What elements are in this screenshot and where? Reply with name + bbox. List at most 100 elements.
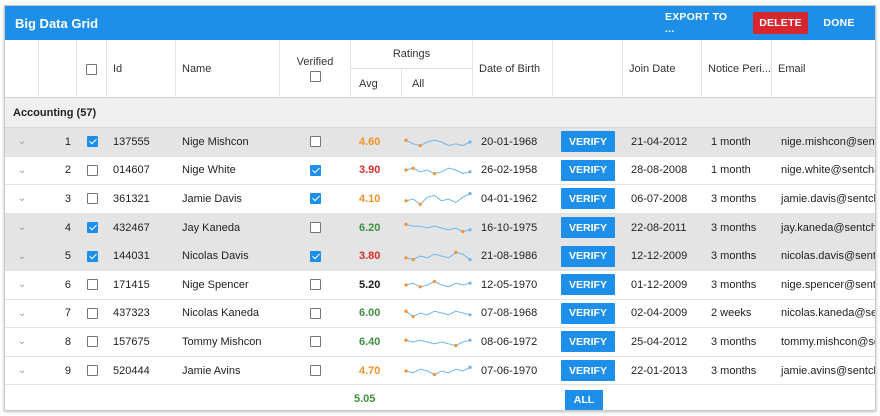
row-expander[interactable]: ⌄ [5, 271, 39, 299]
verified-checkbox[interactable] [310, 193, 321, 205]
cell-verify-action: VERIFY [553, 214, 623, 242]
chevron-down-icon[interactable]: ⌄ [18, 308, 26, 319]
verified-checkbox[interactable] [310, 222, 321, 234]
header-all[interactable]: All [402, 69, 472, 98]
table-row[interactable]: ⌄ 8 157675 Tommy Mishcon 6.40 08-06-1972 VERIF… [5, 328, 875, 357]
cell-avg-rating: 6.20 [351, 214, 402, 242]
row-expander[interactable]: ⌄ [5, 157, 39, 185]
verify-button[interactable]: VERIFY [561, 245, 615, 267]
chevron-down-icon[interactable]: ⌄ [18, 365, 26, 376]
verify-button[interactable]: VERIFY [561, 217, 615, 239]
row-select-cell[interactable] [77, 185, 107, 213]
row-expander[interactable]: ⌄ [5, 300, 39, 328]
verify-button[interactable]: VERIFY [561, 360, 615, 382]
cell-name: Jamie Avins [182, 364, 241, 377]
table-row[interactable]: ⌄ 6 171415 Nige Spencer 5.20 12-05-1970 VERIFY… [5, 270, 875, 300]
header-notice[interactable]: Notice Peri... [702, 40, 772, 98]
cell-verified[interactable] [280, 357, 351, 385]
row-select-cell[interactable] [77, 157, 107, 185]
verified-checkbox[interactable] [310, 164, 321, 176]
chevron-down-icon[interactable]: ⌄ [18, 279, 26, 290]
table-row[interactable]: ⌄ 1 137555 Nige Mishcon 4.60 20-01-1968 VERIFY… [5, 128, 875, 157]
row-select-checkbox[interactable] [86, 222, 98, 234]
cell-verified[interactable] [280, 271, 351, 299]
cell-verified[interactable] [280, 328, 351, 356]
header-select-all[interactable] [77, 40, 107, 98]
row-select-cell[interactable] [77, 328, 107, 356]
table-row[interactable]: ⌄ 3 361321 Jamie Davis 4.10 04-01-1962 VERIFY 0… [5, 185, 875, 214]
verify-button[interactable]: VERIFY [561, 131, 615, 153]
header-id[interactable]: Id [107, 40, 176, 98]
chevron-down-icon[interactable]: ⌄ [18, 193, 26, 204]
cell-verified[interactable] [280, 128, 351, 156]
cell-verified[interactable] [280, 300, 351, 328]
row-select-checkbox[interactable] [86, 250, 98, 262]
row-select-checkbox[interactable] [86, 365, 98, 377]
row-select-checkbox[interactable] [86, 136, 98, 148]
table-row[interactable]: ⌄ 7 437323 Nicolas Kaneda 6.00 07-08-1968 VERI… [5, 299, 875, 329]
row-select-checkbox[interactable] [86, 279, 98, 291]
header-avg[interactable]: Avg [351, 69, 402, 98]
export-button[interactable]: EXPORT TO ... [665, 11, 739, 35]
sparkline-point [404, 222, 408, 226]
verify-button[interactable]: VERIFY [561, 188, 615, 210]
row-select-checkbox[interactable] [86, 336, 98, 348]
chevron-down-icon[interactable]: ⌄ [18, 251, 26, 262]
verified-checkbox[interactable] [310, 365, 321, 377]
done-button[interactable]: DONE [819, 12, 859, 34]
row-select-checkbox[interactable] [86, 164, 98, 176]
sparkline-point [404, 256, 408, 260]
table-row[interactable]: ⌄ 2 014607 Nige White 3.90 26-02-1958 VERIFY 28… [5, 156, 875, 186]
verify-button[interactable]: VERIFY [561, 302, 615, 324]
cell-verified[interactable] [280, 185, 351, 213]
row-expander[interactable]: ⌄ [5, 357, 39, 385]
header-email[interactable]: Email [772, 40, 875, 98]
cell-verified[interactable] [280, 157, 351, 185]
table-row[interactable]: ⌄ 5 144031 Nicolas Davis 3.80 21-08-1986 VERIF… [5, 242, 875, 271]
verified-checkbox[interactable] [310, 336, 321, 348]
row-select-cell[interactable] [77, 128, 107, 156]
cell-ratings-sparkline [402, 271, 473, 299]
header-join-label: Join Date [629, 63, 676, 75]
chevron-down-icon[interactable]: ⌄ [18, 165, 26, 176]
cell-verified[interactable] [280, 214, 351, 242]
delete-button[interactable]: DELETE [753, 12, 808, 34]
row-select-cell[interactable] [77, 271, 107, 299]
verified-checkbox[interactable] [310, 250, 321, 262]
avg-rating-value: 4.70 [359, 364, 381, 377]
row-select-checkbox[interactable] [86, 307, 98, 319]
row-select-checkbox[interactable] [86, 193, 98, 205]
group-header-accounting[interactable]: Accounting (57) [5, 98, 875, 128]
select-all-checkbox[interactable] [86, 63, 97, 75]
cell-email: nicolas.kaneda@sentcha.com [781, 307, 875, 320]
row-expander[interactable]: ⌄ [5, 242, 39, 270]
verified-checkbox[interactable] [310, 307, 321, 319]
header-verified[interactable]: Verified [280, 40, 351, 98]
row-select-cell[interactable] [77, 300, 107, 328]
header-join[interactable]: Join Date [623, 40, 702, 98]
row-select-cell[interactable] [77, 214, 107, 242]
verified-checkbox[interactable] [310, 136, 321, 148]
cell-join-date: 12-12-2009 [631, 250, 688, 263]
cell-notice-period: 3 months [711, 364, 757, 377]
chevron-down-icon[interactable]: ⌄ [18, 136, 26, 147]
verified-checkbox[interactable] [310, 279, 321, 291]
cell-verified[interactable] [280, 242, 351, 270]
row-expander[interactable]: ⌄ [5, 128, 39, 156]
row-expander[interactable]: ⌄ [5, 185, 39, 213]
row-select-cell[interactable] [77, 242, 107, 270]
table-row[interactable]: ⌄ 4 432467 Jay Kaneda 6.20 16-10-1975 VERIFY 22… [5, 213, 875, 243]
verify-button[interactable]: VERIFY [561, 331, 615, 353]
verify-button[interactable]: VERIFY [561, 159, 615, 181]
row-expander[interactable]: ⌄ [5, 328, 39, 356]
header-dob[interactable]: Date of Birth [473, 40, 553, 98]
chevron-down-icon[interactable]: ⌄ [18, 336, 26, 347]
row-select-cell[interactable] [77, 357, 107, 385]
chevron-down-icon[interactable]: ⌄ [18, 222, 26, 233]
row-expander[interactable]: ⌄ [5, 214, 39, 242]
table-row[interactable]: ⌄ 9 520444 Jamie Avins 4.70 07-06-1970 VERIFY 2… [5, 356, 875, 386]
header-name[interactable]: Name [176, 40, 280, 98]
verified-all-checkbox[interactable] [309, 71, 321, 82]
verify-button[interactable]: VERIFY [561, 274, 615, 296]
verify-all-button[interactable]: ALL [565, 390, 603, 410]
